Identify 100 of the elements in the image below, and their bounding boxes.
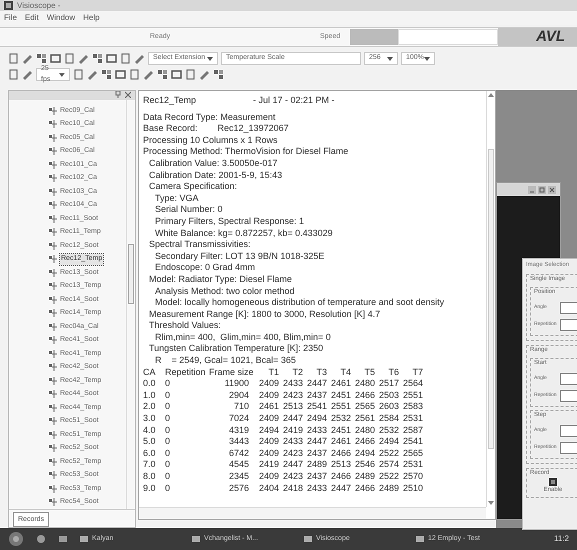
- pencil-icon[interactable]: [22, 69, 33, 80]
- square-icon[interactable]: [115, 69, 126, 80]
- pencil-icon[interactable]: [134, 53, 145, 64]
- record-icon[interactable]: [49, 484, 57, 493]
- record-icon[interactable]: [49, 322, 57, 331]
- menu-item[interactable]: File: [4, 12, 17, 24]
- pencil-icon[interactable]: [199, 69, 210, 80]
- record-icon[interactable]: [49, 498, 57, 506]
- record-icon[interactable]: [549, 478, 557, 486]
- grid-icon[interactable]: [157, 69, 168, 80]
- window-icon[interactable]: [58, 534, 68, 544]
- record-icon[interactable]: [49, 174, 57, 182]
- close-icon[interactable]: [125, 91, 131, 98]
- record-icon[interactable]: [49, 309, 57, 318]
- pencil-icon[interactable]: [78, 53, 89, 64]
- page-icon[interactable]: [185, 69, 196, 80]
- scroll-thumb[interactable]: [488, 149, 494, 449]
- record-icon[interactable]: [49, 228, 57, 236]
- caret-icon[interactable]: [424, 56, 430, 60]
- record-icon[interactable]: [49, 471, 57, 480]
- record-icon[interactable]: [49, 458, 57, 466]
- table-cell-text: 2447: [330, 482, 351, 494]
- record-icon[interactable]: [49, 376, 57, 385]
- table-cell-text: 2551: [330, 401, 351, 414]
- caret-icon[interactable]: [59, 72, 65, 76]
- grid-icon[interactable]: [92, 53, 103, 64]
- record-icon[interactable]: [49, 296, 57, 304]
- column-header: T7: [411, 366, 423, 378]
- page-icon[interactable]: [73, 69, 84, 80]
- input-field[interactable]: [560, 425, 577, 437]
- input-field[interactable]: [560, 319, 577, 331]
- record-icon[interactable]: [49, 214, 57, 223]
- scroll-bar[interactable]: [486, 91, 495, 507]
- up-arrow-icon[interactable]: [488, 93, 494, 97]
- record-icon[interactable]: [49, 147, 57, 156]
- table-cell-text: 6.0: [143, 448, 157, 460]
- table-cell-text: 2565: [402, 448, 423, 460]
- caret-icon[interactable]: [387, 56, 393, 60]
- input-field[interactable]: [560, 442, 577, 454]
- column-header: T6: [387, 366, 399, 378]
- record-icon[interactable]: [49, 242, 57, 250]
- window-icon[interactable]: [80, 535, 88, 543]
- window-icon[interactable]: [192, 535, 200, 543]
- app-icon[interactable]: [4, 1, 13, 10]
- record-icon[interactable]: [49, 404, 57, 412]
- square-icon[interactable]: [106, 53, 117, 64]
- grid-icon[interactable]: [213, 69, 224, 80]
- table-cell-text: 2503: [378, 390, 399, 402]
- record-icon[interactable]: [49, 106, 57, 115]
- close-icon[interactable]: [548, 186, 556, 194]
- menu-item[interactable]: Edit: [24, 12, 39, 24]
- record-icon[interactable]: [49, 134, 57, 142]
- input-field[interactable]: [560, 302, 577, 314]
- start-button-icon[interactable]: [8, 531, 24, 547]
- table-cell-text: 2570: [402, 471, 423, 483]
- record-icon[interactable]: [49, 282, 57, 290]
- input-field[interactable]: [560, 390, 577, 402]
- pencil-icon[interactable]: [143, 69, 154, 80]
- minimize-icon[interactable]: [528, 186, 536, 194]
- table-cell-text: 2513: [282, 401, 303, 414]
- record-icon[interactable]: [49, 255, 57, 264]
- pencil-icon[interactable]: [87, 69, 98, 80]
- record-icon[interactable]: [49, 160, 57, 169]
- record-icon[interactable]: [49, 363, 57, 372]
- horizontal-scroll-bar[interactable]: [139, 507, 486, 519]
- pin-icon[interactable]: [115, 91, 121, 98]
- window-icon[interactable]: [304, 535, 312, 543]
- window-icon[interactable]: [416, 535, 424, 543]
- scroll-bar[interactable]: [126, 100, 135, 509]
- table-cell-text: 2409: [258, 378, 279, 390]
- menu-item[interactable]: Help: [83, 12, 100, 24]
- grid-icon[interactable]: [36, 53, 47, 64]
- page-icon[interactable]: [8, 53, 19, 64]
- menu-item[interactable]: Window: [46, 12, 76, 24]
- page-icon[interactable]: [64, 53, 75, 64]
- page-icon[interactable]: [8, 69, 19, 80]
- scroll-thumb[interactable]: [128, 244, 134, 304]
- record-icon[interactable]: [49, 268, 57, 277]
- maximize-icon[interactable]: [538, 186, 546, 194]
- pencil-icon[interactable]: [22, 53, 33, 64]
- speed-field[interactable]: [398, 29, 498, 45]
- page-icon[interactable]: [120, 53, 131, 64]
- input-field[interactable]: [560, 373, 577, 385]
- table-cell-text: 2447: [282, 459, 303, 471]
- record-icon[interactable]: [49, 417, 57, 426]
- record-icon[interactable]: [49, 350, 57, 358]
- record-icon[interactable]: [49, 390, 57, 398]
- caret-icon[interactable]: [207, 56, 213, 60]
- grid-icon[interactable]: [101, 69, 112, 80]
- record-icon[interactable]: [49, 336, 57, 344]
- table-cell-text: 2451: [330, 390, 351, 402]
- record-icon[interactable]: [49, 120, 57, 128]
- square-icon[interactable]: [50, 53, 61, 64]
- record-icon[interactable]: [49, 430, 57, 439]
- square-icon[interactable]: [171, 69, 182, 80]
- down-arrow-icon[interactable]: [488, 501, 494, 505]
- record-icon[interactable]: [49, 188, 57, 196]
- page-icon[interactable]: [129, 69, 140, 80]
- record-icon[interactable]: [49, 201, 57, 210]
- record-icon[interactable]: [49, 444, 57, 452]
